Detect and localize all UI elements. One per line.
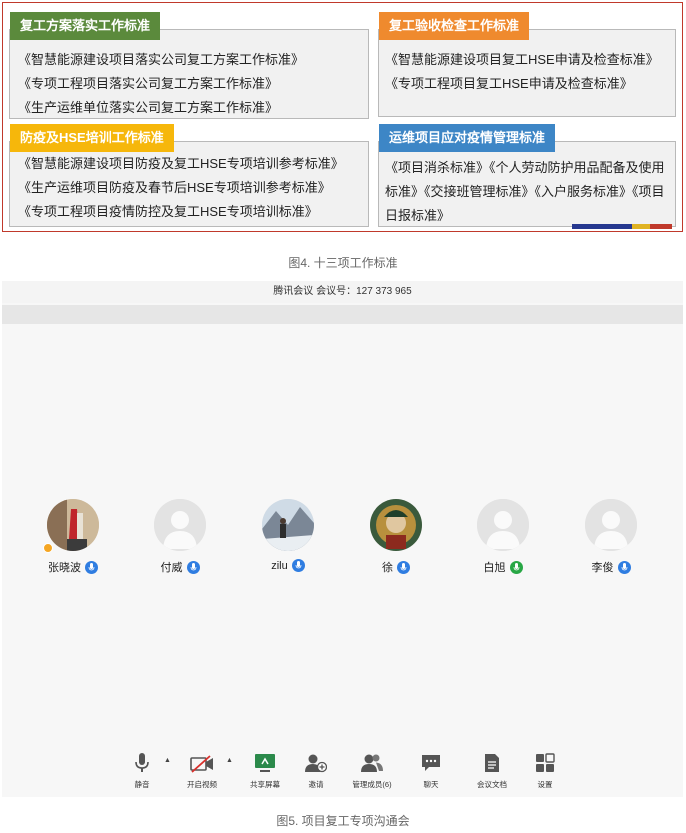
meeting-title: 腾讯会议 会议号：127 373 965 [2,281,683,303]
panel-title: 复工验收检查工作标准 [379,12,530,40]
default-avatar-icon [585,499,637,551]
chat-button[interactable]: 聊天 [401,751,461,790]
participant-tile[interactable]: zilu [238,499,338,572]
panel-epidemic-hse-training: 防疫及HSE培训工作标准 《智慧能源建设项目防疫及复工HSE专项培训参考标准》 … [9,124,369,227]
participant-name: zilu [271,559,288,572]
standard-item: 《智慧能源建设项目复工HSE申请及检查标准》 [385,52,659,67]
brand-strip [572,224,672,229]
participant-name: 李俊 [591,562,614,574]
start-video-button[interactable]: 开启视频 [172,751,232,790]
meeting-docs-button[interactable]: 会议文档 [462,751,522,790]
figure4-caption: 图4. 十三项工作标准 [288,256,398,270]
video-label: 开启视频 [187,780,217,789]
meeting-toolbar: 静音 ▲ 开启视频 ▲ 共享屏幕 邀请 管理成员(6) 聊天 会议文档 设置 [2,751,683,797]
participant-name: 徐 [382,562,393,574]
mute-label: 静音 [134,780,150,789]
host-badge-icon [43,543,53,553]
participant-tile[interactable]: 白旭 [453,499,553,575]
microphone-icon [112,751,172,773]
title-divider [2,305,683,324]
avatar-photo [47,499,99,551]
chat-label: 聊天 [423,780,439,789]
mic-icon [291,559,305,572]
docs-label: 会议文档 [477,780,507,789]
settings-grid-icon [515,751,575,773]
default-avatar-icon [477,499,529,551]
work-standards-figure: 复工方案落实工作标准 《智慧能源建设项目落实公司复工方案工作标准》 《专项工程项… [2,2,683,232]
avatar-photo [262,499,314,551]
participant-name: 张晓波 [48,562,81,574]
participant-tile[interactable]: 付威 [130,499,230,575]
settings-label: 设置 [537,780,553,789]
avatar-photo [370,499,422,551]
participant-name: 白旭 [483,562,506,574]
participant-name: 付威 [160,562,183,574]
manage-members-button[interactable]: 管理成员(6) [342,751,402,790]
add-user-icon [286,751,346,773]
mic-icon [617,560,631,574]
default-avatar-icon [154,499,206,551]
mic-icon [85,560,98,574]
panel-acceptance-check: 复工验收检查工作标准 《智慧能源建设项目复工HSE申请及检查标准》 《专项工程项… [378,12,676,117]
invite-label: 邀请 [308,780,324,789]
members-icon [342,751,402,773]
figure5-caption: 图5. 项目复工专项沟通会 [276,814,410,828]
mic-icon [186,560,200,574]
participant-tile[interactable]: 李俊 [561,499,661,575]
settings-button[interactable]: 设置 [515,751,575,790]
mic-speaking-icon [509,560,523,574]
panel-reopening-plan: 复工方案落实工作标准 《智慧能源建设项目落实公司复工方案工作标准》 《专项工程项… [9,12,369,119]
participant-grid: 张晓波 付威 zilu 徐 白旭 李俊 [2,499,683,579]
standard-item: 《专项工程项目复工HSE申请及检查标准》 [385,76,633,91]
chevron-up-icon[interactable]: ▲ [164,757,171,764]
document-icon [462,751,522,773]
participant-tile[interactable]: 徐 [346,499,446,575]
mic-icon [397,560,410,574]
standard-item: 《专项工程项目落实公司复工方案工作标准》 [18,76,279,91]
panel-title: 防疫及HSE培训工作标准 [10,124,174,152]
panel-title: 运维项目应对疫情管理标准 [379,124,556,152]
chevron-up-icon[interactable]: ▲ [226,757,233,764]
standard-item: 《生产运维项目防疫及春节后HSE专项培训参考标准》 [18,180,331,195]
standard-item: 《生产运维单位落实公司复工方案工作标准》 [18,100,279,115]
standard-item: 《专项工程项目疫情防控及复工HSE专项培训标准》 [18,204,318,219]
participant-tile[interactable]: 张晓波 [23,499,123,575]
standard-item: 《智慧能源建设项目防疫及复工HSE专项培训参考标准》 [18,156,344,171]
standard-item: 《智慧能源建设项目落实公司复工方案工作标准》 [18,52,305,67]
members-label: 管理成员(6) [352,780,392,789]
video-off-icon [172,751,232,773]
panel-operations-epidemic-management: 运维项目应对疫情管理标准 《项目消杀标准》《个人劳动防护用品配备及使用标准》《交… [378,124,676,227]
chat-icon [401,751,461,773]
panel-title: 复工方案落实工作标准 [10,12,161,40]
tencent-meeting-window: 腾讯会议 会议号：127 373 965 张晓波 付威 zilu 徐 白旭 李俊… [2,281,683,797]
standard-list: 《项目消杀标准》《个人劳动防护用品配备及使用标准》《交接班管理标准》《入户服务标… [385,160,665,223]
invite-button[interactable]: 邀请 [286,751,346,790]
mute-button[interactable]: 静音 [112,751,172,790]
